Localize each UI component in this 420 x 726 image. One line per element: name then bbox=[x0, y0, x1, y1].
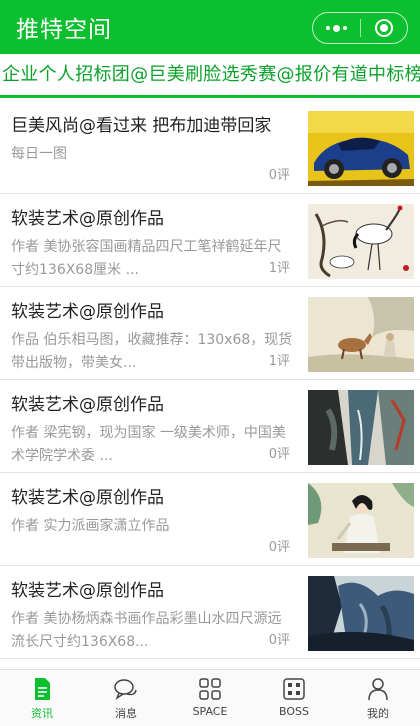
comment-count: 0评 bbox=[268, 540, 290, 555]
sports-car-image bbox=[308, 111, 414, 186]
feed-item-title: 软装艺术@原创作品 bbox=[11, 581, 164, 601]
feed-item-description: 作者 实力派画家潇立作品 bbox=[11, 518, 170, 534]
tab-label: 资讯 bbox=[31, 707, 53, 720]
feed-item-thumbnail[interactable] bbox=[308, 204, 414, 279]
feed-item-description: 每日一图 bbox=[11, 146, 67, 162]
feed-item-thumbnail[interactable] bbox=[308, 390, 414, 465]
comment-count: 0评 bbox=[268, 447, 290, 462]
bottom-tab-bar: 资讯 消息 SPACE BOSS 我的 bbox=[0, 669, 420, 726]
mountains-painting-image bbox=[308, 576, 414, 651]
app-header: 推特空间 bbox=[0, 0, 420, 54]
feed-item[interactable]: 巨美风尚@看过来 把布加迪带回家 每日一图 0评 bbox=[0, 101, 420, 194]
boss-icon bbox=[283, 678, 305, 700]
feed-item[interactable]: 软装艺术@原创作品 作者 梁宪钢，现为国家 一级美术师，中国美术学院学术委 ..… bbox=[0, 380, 420, 473]
horse-painting-image bbox=[308, 297, 414, 372]
feed-item-description: 作者 美协杨炳森书画作品彩墨山水四尺源远流长尺寸约136X68... bbox=[11, 611, 282, 650]
mini-program-capsule bbox=[312, 12, 408, 44]
page-title: 推特空间 bbox=[16, 17, 112, 43]
tab-boss[interactable]: BOSS bbox=[252, 670, 336, 726]
news-feed[interactable]: 巨美风尚@看过来 把布加迪带回家 每日一图 0评 软装艺术@原创作品 作者 美协… bbox=[0, 101, 420, 669]
chat-icon bbox=[114, 679, 137, 700]
feed-item-title: 软装艺术@原创作品 bbox=[11, 395, 164, 415]
announcement-text: 企业个人招标团@巨美刷脸选秀赛@报价有道中标榜 bbox=[2, 64, 420, 85]
user-icon bbox=[368, 678, 388, 701]
tab-label: BOSS bbox=[279, 705, 309, 718]
feed-item-title: 软装艺术@原创作品 bbox=[11, 209, 164, 229]
lady-painting-image bbox=[308, 483, 414, 558]
feed-item-thumbnail[interactable] bbox=[308, 483, 414, 558]
announcement-marquee[interactable]: 企业个人招标团@巨美刷脸选秀赛@报价有道中标榜 bbox=[0, 54, 420, 98]
feed-item-description: 作者 梁宪钢，现为国家 一级美术师，中国美术学院学术委 ... bbox=[11, 425, 286, 464]
feed-item-thumbnail[interactable] bbox=[308, 297, 414, 372]
comment-count: 1评 bbox=[268, 261, 290, 276]
close-mini-program-button[interactable] bbox=[361, 13, 408, 43]
feed-item[interactable]: 软装艺术@原创作品 作品 伯乐相马图，收藏推荐：130x68，现货带出版物，带美… bbox=[0, 287, 420, 380]
comment-count: 0评 bbox=[268, 633, 290, 648]
feed-item-title: 软装艺术@原创作品 bbox=[11, 302, 164, 322]
tab-profile[interactable]: 我的 bbox=[336, 670, 420, 726]
more-menu-button[interactable] bbox=[313, 13, 360, 43]
feed-item[interactable]: 软装艺术@原创作品 作者 实力派画家潇立作品 0评 bbox=[0, 473, 420, 566]
tab-label: 我的 bbox=[367, 707, 389, 720]
feed-item-description: 作品 伯乐相马图，收藏推荐：130x68，现货带出版物，带美女... bbox=[11, 332, 293, 371]
cranes-painting-image bbox=[308, 204, 414, 279]
tab-news[interactable]: 资讯 bbox=[0, 670, 84, 726]
feed-item-thumbnail[interactable] bbox=[308, 576, 414, 651]
feed-item[interactable]: 软装艺术@原创作品 作者 美协张容国画精品四尺工笔祥鹤延年尺寸约136X68厘米… bbox=[0, 194, 420, 287]
target-icon bbox=[374, 19, 393, 37]
tab-space[interactable]: SPACE bbox=[168, 670, 252, 726]
comment-count: 1评 bbox=[268, 354, 290, 369]
tab-messages[interactable]: 消息 bbox=[84, 670, 168, 726]
landscape-painting-image bbox=[308, 390, 414, 465]
feed-item-description: 作者 美协张容国画精品四尺工笔祥鹤延年尺寸约136X68厘米 ... bbox=[11, 239, 282, 278]
document-icon bbox=[35, 678, 50, 700]
grid-icon bbox=[199, 678, 221, 700]
tab-label: 消息 bbox=[115, 707, 137, 720]
tab-label: SPACE bbox=[192, 705, 228, 718]
feed-item-title: 软装艺术@原创作品 bbox=[11, 488, 164, 508]
more-dots-icon bbox=[325, 24, 347, 32]
feed-item-thumbnail[interactable] bbox=[308, 111, 414, 186]
feed-item-title: 巨美风尚@看过来 把布加迪带回家 bbox=[11, 116, 272, 136]
feed-item[interactable]: 软装艺术@原创作品 作者 美协杨炳森书画作品彩墨山水四尺源远流长尺寸约136X6… bbox=[0, 566, 420, 659]
comment-count: 0评 bbox=[268, 168, 290, 183]
